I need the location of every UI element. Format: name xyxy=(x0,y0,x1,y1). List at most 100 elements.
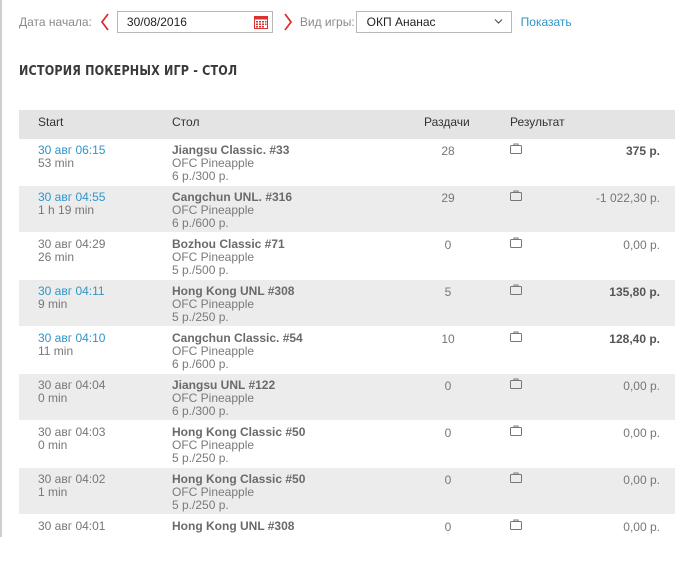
table-header: Start Стол Раздачи Результат xyxy=(19,110,675,139)
result-amount: 0,00 р. xyxy=(623,238,660,252)
duration: 0 min xyxy=(38,391,68,405)
hands-count: 0 xyxy=(444,426,452,440)
stakes: 6 р./300 р. xyxy=(172,404,229,418)
result-amount: 0,00 р. xyxy=(623,379,660,393)
result-button[interactable] xyxy=(510,472,522,483)
briefcase-icon xyxy=(510,519,522,530)
result-amount: -1 022,30 р. xyxy=(595,191,660,205)
stakes: 5 р./500 р. xyxy=(172,263,229,277)
start-time: 30 авг 04:01 xyxy=(38,519,106,533)
date-label: Дата начала: xyxy=(19,14,92,29)
hands-count: 0 xyxy=(444,238,452,252)
table-row: 30 авг 04:04 0 min Jiangsu UNL #122 OFC Pin… xyxy=(19,374,675,421)
briefcase-icon xyxy=(510,143,522,154)
start-cell: 30 авг 04:03 0 min xyxy=(38,426,105,452)
table-row: 30 авг 04:02 1 min Hong Kong Classic #50 OF… xyxy=(19,468,675,515)
table-cell: Hong Kong Classic #50 OFC Pineapple 5 р./2… xyxy=(172,473,305,512)
start-cell: 30 авг 04:04 0 min xyxy=(38,379,105,405)
stakes: 5 р./250 р. xyxy=(172,451,229,465)
chevron-right-icon xyxy=(284,12,293,31)
result-amount: 128,40 р. xyxy=(609,332,660,346)
result-amount: 0,00 р. xyxy=(623,520,660,534)
header-hands: Раздачи xyxy=(424,115,470,129)
header-result: Результат xyxy=(510,115,565,129)
page-border xyxy=(0,0,2,537)
start-date-value: 30/08/2016 xyxy=(126,14,187,29)
table-cell: Hong Kong UNL #308 xyxy=(172,520,294,533)
next-date-button[interactable] xyxy=(281,12,295,32)
table-cell: Hong Kong UNL #308 OFC Pineapple 5 р./250 … xyxy=(172,285,294,324)
stakes: 6 р./600 р. xyxy=(172,216,229,230)
start-cell: 30 авг 04:29 26 min xyxy=(38,238,105,264)
show-button[interactable]: Показать xyxy=(521,15,572,29)
table-cell: Cangchun Classic. #54 OFC Pineapple 6 р./6… xyxy=(172,332,303,371)
start-cell: 30 авг 04:10 11 min xyxy=(38,332,105,358)
prev-date-button[interactable] xyxy=(98,12,112,32)
filter-bar: Дата начала: 30/08/2016 Вид игры: ОКП Ан… xyxy=(19,9,572,34)
briefcase-icon xyxy=(510,425,522,436)
briefcase-icon xyxy=(510,472,522,483)
briefcase-icon xyxy=(510,331,522,342)
dropdown-arrow-icon xyxy=(494,18,503,24)
result-button[interactable] xyxy=(510,190,522,201)
header-table: Стол xyxy=(172,115,200,129)
hands-count: 0 xyxy=(444,473,452,487)
start-cell: 30 авг 04:55 1 h 19 min xyxy=(38,191,105,217)
table-cell: Bozhou Classic #71 OFC Pineapple 5 р./500 … xyxy=(172,238,285,277)
table-row: 30 авг 04:10 11 min Cangchun Classic. #54 O… xyxy=(19,327,675,374)
result-amount: 375 р. xyxy=(625,144,660,158)
start-cell: 30 авг 06:15 53 min xyxy=(38,144,105,170)
table-row: 30 авг 04:03 0 min Hong Kong Classic #50 OF… xyxy=(19,421,675,468)
table-cell: Jiangsu UNL #122 OFC Pineapple 6 р./300 р. xyxy=(172,379,275,418)
duration: 9 min xyxy=(38,297,68,311)
table-row: 30 авг 06:15 53 min Jiangsu Classic. #33 OF… xyxy=(19,139,675,186)
hands-count: 28 xyxy=(441,144,455,158)
table-cell: Cangchun UNL. #316 OFC Pineapple 6 р./600 … xyxy=(172,191,292,230)
result-button[interactable] xyxy=(510,378,522,389)
result-button[interactable] xyxy=(510,237,522,248)
duration: 26 min xyxy=(38,250,75,264)
hands-count: 5 xyxy=(444,285,452,299)
briefcase-icon xyxy=(510,190,522,201)
stakes: 6 р./600 р. xyxy=(172,357,229,371)
result-button[interactable] xyxy=(510,425,522,436)
stakes: 5 р./250 р. xyxy=(172,310,229,324)
table-row: 30 авг 04:55 1 h 19 min Cangchun UNL. #316… xyxy=(19,186,675,233)
hands-count: 29 xyxy=(441,191,455,205)
hands-count: 0 xyxy=(444,379,452,393)
game-type-value: ОКП Ананас xyxy=(366,14,436,29)
result-button[interactable] xyxy=(510,143,522,154)
chevron-left-icon xyxy=(100,12,109,31)
result-button[interactable] xyxy=(510,331,522,342)
start-cell: 30 авг 04:01 xyxy=(38,520,105,533)
header-start: Start xyxy=(38,115,64,129)
duration: 53 min xyxy=(38,156,75,170)
table-row: 30 авг 04:11 9 min Hong Kong UNL #308 OFC P… xyxy=(19,280,675,327)
start-cell: 30 авг 04:11 9 min xyxy=(38,285,105,311)
duration: 1 min xyxy=(38,485,68,499)
page-title: ИСТОРИЯ ПОКЕРНЫХ ИГР - СТОЛ xyxy=(19,64,238,79)
result-amount: 0,00 р. xyxy=(623,426,660,440)
start-date-input[interactable]: 30/08/2016 xyxy=(116,10,273,33)
games-table: Start Стол Раздачи Результат 30 авг 06:1… xyxy=(19,110,675,562)
table-cell: Hong Kong Classic #50 OFC Pineapple 5 р./2… xyxy=(172,426,305,465)
briefcase-icon xyxy=(510,284,522,295)
table-row: 30 авг 04:01 Hong Kong UNL #308 0 0,00 р. xyxy=(19,515,675,562)
table-body: 30 авг 06:15 53 min Jiangsu Classic. #33 OF… xyxy=(19,139,675,562)
result-button[interactable] xyxy=(510,284,522,295)
duration: 11 min xyxy=(38,344,74,358)
result-button[interactable] xyxy=(510,519,522,530)
duration: 1 h 19 min xyxy=(38,203,95,217)
hands-count: 0 xyxy=(444,520,452,534)
table-cell: Jiangsu Classic. #33 OFC Pineapple 6 р./30… xyxy=(172,144,289,183)
briefcase-icon xyxy=(510,237,522,248)
briefcase-icon xyxy=(510,378,522,389)
result-amount: 0,00 р. xyxy=(623,473,660,487)
hands-count: 10 xyxy=(441,332,455,346)
stakes: 6 р./300 р. xyxy=(172,169,229,183)
game-type-select[interactable]: ОКП Ананас xyxy=(355,10,512,33)
calendar-icon[interactable] xyxy=(253,15,268,29)
duration: 0 min xyxy=(38,438,68,452)
game-type-label: Вид игры: xyxy=(299,14,355,29)
stakes: 5 р./250 р. xyxy=(172,498,229,512)
